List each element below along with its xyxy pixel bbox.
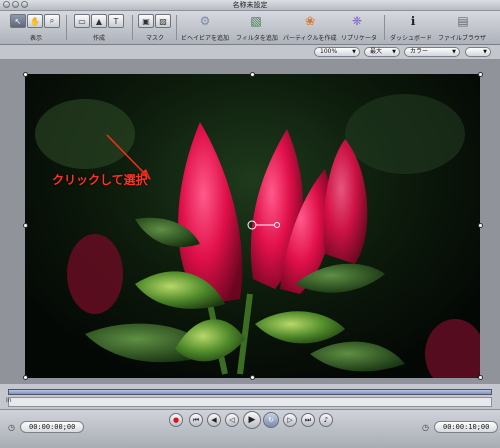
resize-handle-left[interactable] [23,223,28,228]
channels-value: カラー [410,48,429,55]
go-to-end-button[interactable]: ⏭ [301,413,315,427]
play-back-button[interactable]: ◁ [225,413,239,427]
end-time-display[interactable]: 00:00:10;00 [434,421,499,433]
chevron-down-icon: ▼ [452,49,456,55]
current-time-display[interactable]: 00:00:00;00 [20,421,85,433]
mask-group-label: マスク [146,35,165,42]
record-icon: ● [172,416,180,424]
zoom-value: 100% [320,48,338,55]
info-icon[interactable]: ℹ [404,13,422,29]
step-back-button[interactable]: ◀ [207,413,221,427]
transport-controls: ◷ 00:00:00;00 ● ⏮ ◀ ◁ ▶ ↻ ▷ ⏭ ♪ ◷ 00:00:… [0,409,500,448]
filter-icon[interactable]: ▧ [247,13,265,29]
create-tool-group: ▭ ▲ T [74,14,124,28]
audio-button[interactable]: ♪ [319,413,333,427]
play-range-start-icon[interactable]: ◷ [8,423,15,432]
flower-illustration [35,94,480,378]
title-bar: 名称未設定 [0,0,500,11]
replicator-icon[interactable]: ❈ [348,13,366,29]
pan-tool-button[interactable]: ✋ [27,14,43,28]
zoom-select[interactable]: 100% ▼ [314,47,360,57]
magnifier-icon: ⌕ [49,16,55,25]
annotation-label: クリックして選択 [52,173,148,187]
mini-timeline: In [0,384,500,409]
hand-icon: ✋ [30,16,40,26]
timeline-track[interactable] [8,397,492,407]
toolbar-divider [66,15,67,40]
replicator-label[interactable]: リプリケータ [341,33,377,42]
mask-bezier-button[interactable]: ▨ [155,14,171,28]
resolution-select[interactable]: 最大 ▼ [364,47,400,57]
resize-handle-top-right[interactable] [478,72,483,77]
toolbar-divider [132,15,133,40]
canvas[interactable]: クリックして選択 [0,60,500,384]
layer-bar[interactable] [8,389,492,395]
in-marker-label: In [6,397,12,404]
chevron-down-icon: ▼ [352,49,356,55]
resize-handle-bottom-left[interactable] [23,375,28,380]
mask-rect-icon: ▣ [142,16,150,26]
particle-icon[interactable]: ❀ [301,13,319,29]
resize-handle-right[interactable] [478,223,483,228]
step-forward-icon: ▷ [287,416,293,424]
loop-icon: ↻ [268,416,274,424]
dashboard-label[interactable]: ダッシュボード [390,33,432,42]
resize-handle-top[interactable] [250,72,255,77]
file-browser-label[interactable]: ファイルブラウザ [438,33,486,42]
speaker-icon: ♪ [323,416,329,424]
resize-handle-bottom[interactable] [250,375,255,380]
bezier-tool-button[interactable]: ▲ [91,14,107,28]
view-tool-group: ↖ ✋ ⌕ [10,14,60,28]
step-forward-button[interactable]: ▷ [283,413,297,427]
file-browser-icon[interactable]: ▤ [454,13,472,29]
channels-select[interactable]: カラー ▼ [404,47,460,57]
window-title: 名称未設定 [232,1,268,9]
view-options-select[interactable]: ▼ [465,47,491,57]
play-reverse-icon: ◁ [229,416,235,424]
create-group-label: 作成 [93,35,106,42]
arrow-cursor-icon: ↖ [14,16,22,26]
text-tool-icon: T [113,16,119,26]
play-range-end-icon[interactable]: ◷ [422,423,429,432]
text-tool-button[interactable]: T [108,14,124,28]
skip-forward-icon: ⏭ [304,415,312,424]
toolbar: ↖ ✋ ⌕ 表示 ▭ ▲ T 作成 ▣ ▨ マスク ⚙ ビヘイビアを追加 ▧ フ… [0,11,500,45]
go-to-start-button[interactable]: ⏮ [189,413,203,427]
add-filter-label[interactable]: フィルタを追加 [236,33,278,42]
play-icon: ▶ [248,415,256,425]
resize-handle-bottom-right[interactable] [478,375,483,380]
view-group-label: 表示 [30,35,43,42]
rectangle-tool-button[interactable]: ▭ [74,14,90,28]
make-particles-label[interactable]: パーティクルを作成 [283,33,336,42]
skip-back-icon: ⏮ [192,415,200,424]
play-button[interactable]: ▶ [243,411,261,429]
select-tool-button[interactable]: ↖ [10,14,26,28]
toolbar-divider [384,15,385,40]
record-button[interactable]: ● [169,413,183,427]
mask-rect-button[interactable]: ▣ [138,14,154,28]
resolution-value: 最大 [370,48,383,55]
chevron-down-icon: ▼ [392,49,396,55]
step-back-icon: ◀ [211,416,217,424]
resize-handle-top-left[interactable] [23,72,28,77]
mask-shape-icon: ▨ [159,16,167,26]
zoom-tool-button[interactable]: ⌕ [44,14,60,28]
chevron-down-icon: ▼ [483,49,487,55]
add-behavior-label[interactable]: ビヘイビアを追加 [181,33,229,42]
mask-tool-group: ▣ ▨ [138,14,171,28]
gear-icon[interactable]: ⚙ [196,13,214,29]
shape-icon: ▲ [95,16,103,26]
rectangle-icon: ▭ [78,16,86,26]
toolbar-divider [176,15,177,40]
flower-image[interactable] [25,74,480,378]
canvas-options-bar: 100% ▼ 最大 ▼ カラー ▼ ▼ [0,45,500,60]
loop-button[interactable]: ↻ [263,412,279,428]
